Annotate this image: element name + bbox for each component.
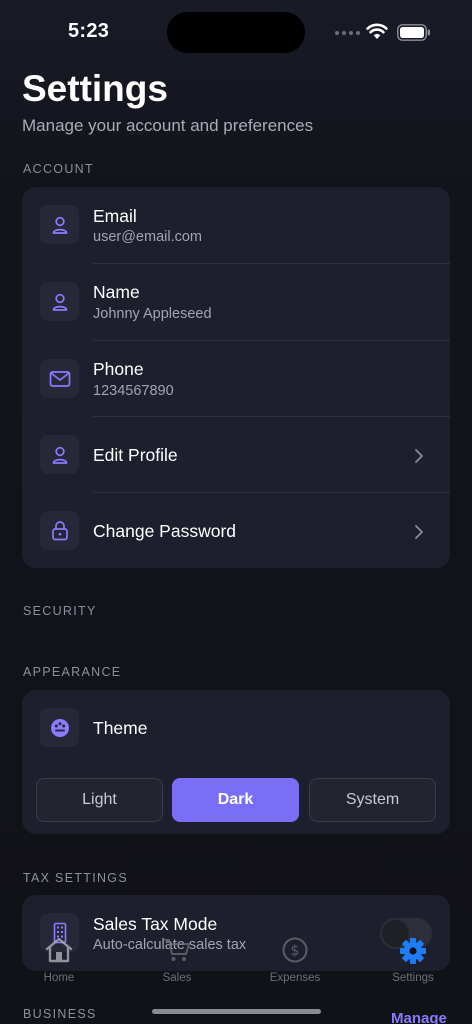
- person-icon: [40, 282, 79, 321]
- settings-screen: 5:23 Settings Manage your account and pr…: [0, 0, 472, 1024]
- wifi-icon: [366, 23, 388, 39]
- account-row-name: Name Johnny Appleseed: [22, 264, 450, 340]
- tab-bar: Home Sales $ Expenses Settings: [0, 932, 472, 992]
- theme-option-system[interactable]: System: [309, 778, 436, 822]
- person-icon: [40, 205, 79, 244]
- tab-label: Home: [43, 972, 75, 984]
- appearance-card: Theme Light Dark System: [22, 690, 450, 834]
- phone-label: Phone: [93, 359, 144, 379]
- dollar-circle-icon: $: [236, 936, 354, 964]
- home-indicator: [152, 1009, 321, 1014]
- battery-icon: [397, 24, 430, 41]
- account-row-email: Email user@email.com: [22, 187, 450, 263]
- theme-label: Theme: [93, 718, 148, 738]
- name-value: Johnny Appleseed: [93, 306, 212, 322]
- section-label-security: SECURITY: [23, 604, 97, 618]
- theme-palette-icon: [40, 708, 79, 747]
- page-title: Settings: [22, 68, 168, 109]
- chevron-right-icon: [415, 525, 423, 539]
- chevron-right-icon: [415, 449, 423, 463]
- section-label-account: ACCOUNT: [23, 162, 94, 176]
- email-label: Email: [93, 206, 137, 226]
- change-password-button[interactable]: Change Password: [22, 493, 450, 568]
- account-card: Email user@email.com Name Johnny Applese…: [22, 187, 450, 568]
- cellular-signal-icon: [335, 31, 360, 35]
- edit-profile-label: Edit Profile: [93, 445, 178, 465]
- account-row-phone: Phone 1234567890: [22, 341, 450, 417]
- gear-icon: [354, 936, 472, 966]
- dynamic-island: [167, 12, 305, 53]
- email-value: user@email.com: [93, 229, 202, 245]
- person-icon: [40, 435, 79, 474]
- tab-label: Expenses: [269, 972, 321, 984]
- lock-icon: [40, 511, 79, 550]
- tab-label: Settings: [392, 972, 434, 984]
- status-time: 5:23: [68, 20, 110, 42]
- section-label-appearance: APPEARANCE: [23, 665, 122, 679]
- name-label: Name: [93, 282, 140, 302]
- page-subtitle: Manage your account and preferences: [22, 116, 314, 135]
- phone-value: 1234567890: [93, 383, 174, 399]
- cart-icon: [118, 936, 236, 964]
- house-icon: [0, 936, 118, 964]
- theme-option-dark[interactable]: Dark: [172, 778, 299, 822]
- envelope-icon: [40, 359, 79, 398]
- section-label-tax: TAX SETTINGS: [23, 871, 128, 885]
- svg-text:$: $: [291, 943, 300, 959]
- section-label-business: BUSINESS: [23, 1007, 97, 1021]
- edit-profile-button[interactable]: Edit Profile: [22, 417, 450, 493]
- tab-label: Sales: [162, 972, 192, 984]
- change-password-label: Change Password: [93, 521, 236, 541]
- theme-option-light[interactable]: Light: [36, 778, 163, 822]
- manage-link[interactable]: Manage: [391, 1010, 447, 1024]
